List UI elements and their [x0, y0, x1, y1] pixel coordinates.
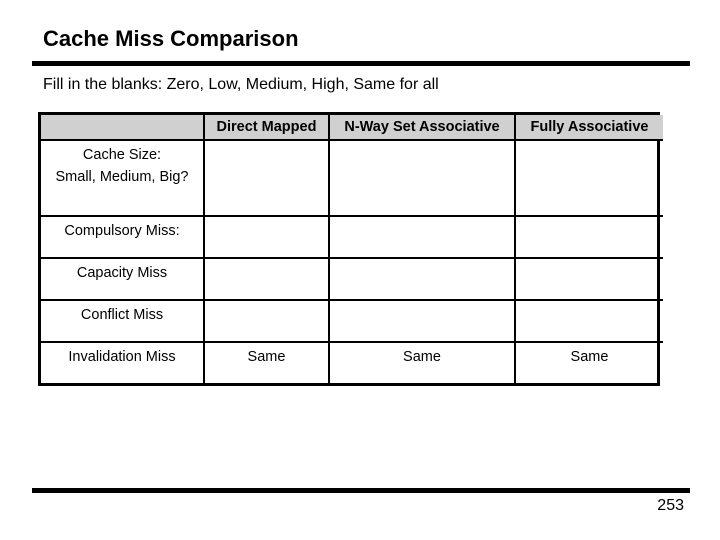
cell-n-way	[328, 215, 516, 260]
cell-n-way: Same	[328, 341, 516, 383]
cell-fully-associative: Same	[514, 341, 663, 383]
table-row: Conflict Miss	[41, 299, 663, 344]
header-corner	[41, 115, 205, 141]
bottom-divider	[32, 488, 690, 493]
row-label-capacity-miss: Capacity Miss	[41, 257, 205, 302]
cache-miss-table: Direct Mapped N-Way Set Associative Full…	[38, 112, 663, 386]
cell-direct-mapped	[203, 138, 330, 218]
header-direct-mapped: Direct Mapped	[203, 115, 330, 141]
row-label-invalidation-miss: Invalidation Miss	[41, 341, 205, 383]
cell-n-way	[328, 257, 516, 302]
row-label-line: Cache Size:	[82, 147, 162, 163]
slide-title: Cache Miss Comparison	[43, 26, 299, 51]
cell-fully-associative	[514, 138, 663, 218]
header-n-way-set-associative: N-Way Set Associative	[328, 115, 516, 141]
cell-direct-mapped	[203, 257, 330, 302]
page-number: 253	[657, 497, 684, 514]
header-fully-associative: Fully Associative	[514, 115, 663, 141]
row-label-cache-size: Cache Size: Small, Medium, Big?	[41, 138, 205, 218]
top-divider	[32, 61, 690, 66]
row-label-compulsory-miss: Compulsory Miss:	[41, 215, 205, 260]
cell-n-way	[328, 299, 516, 344]
cell-direct-mapped: Same	[203, 341, 330, 383]
table-row: Cache Size: Small, Medium, Big?	[41, 138, 663, 218]
slide-subtitle: Fill in the blanks: Zero, Low, Medium, H…	[43, 76, 439, 93]
table-row: Capacity Miss	[41, 257, 663, 302]
cell-fully-associative	[514, 299, 663, 344]
row-label-line: Small, Medium, Big?	[55, 169, 189, 185]
cell-fully-associative	[514, 215, 663, 260]
cell-n-way	[328, 138, 516, 218]
table-header-row: Direct Mapped N-Way Set Associative Full…	[41, 115, 663, 141]
row-label-conflict-miss: Conflict Miss	[41, 299, 205, 344]
cell-direct-mapped	[203, 215, 330, 260]
cell-fully-associative	[514, 257, 663, 302]
table-row: Compulsory Miss:	[41, 215, 663, 260]
table-row: Invalidation Miss Same Same Same	[41, 341, 663, 383]
cell-direct-mapped	[203, 299, 330, 344]
